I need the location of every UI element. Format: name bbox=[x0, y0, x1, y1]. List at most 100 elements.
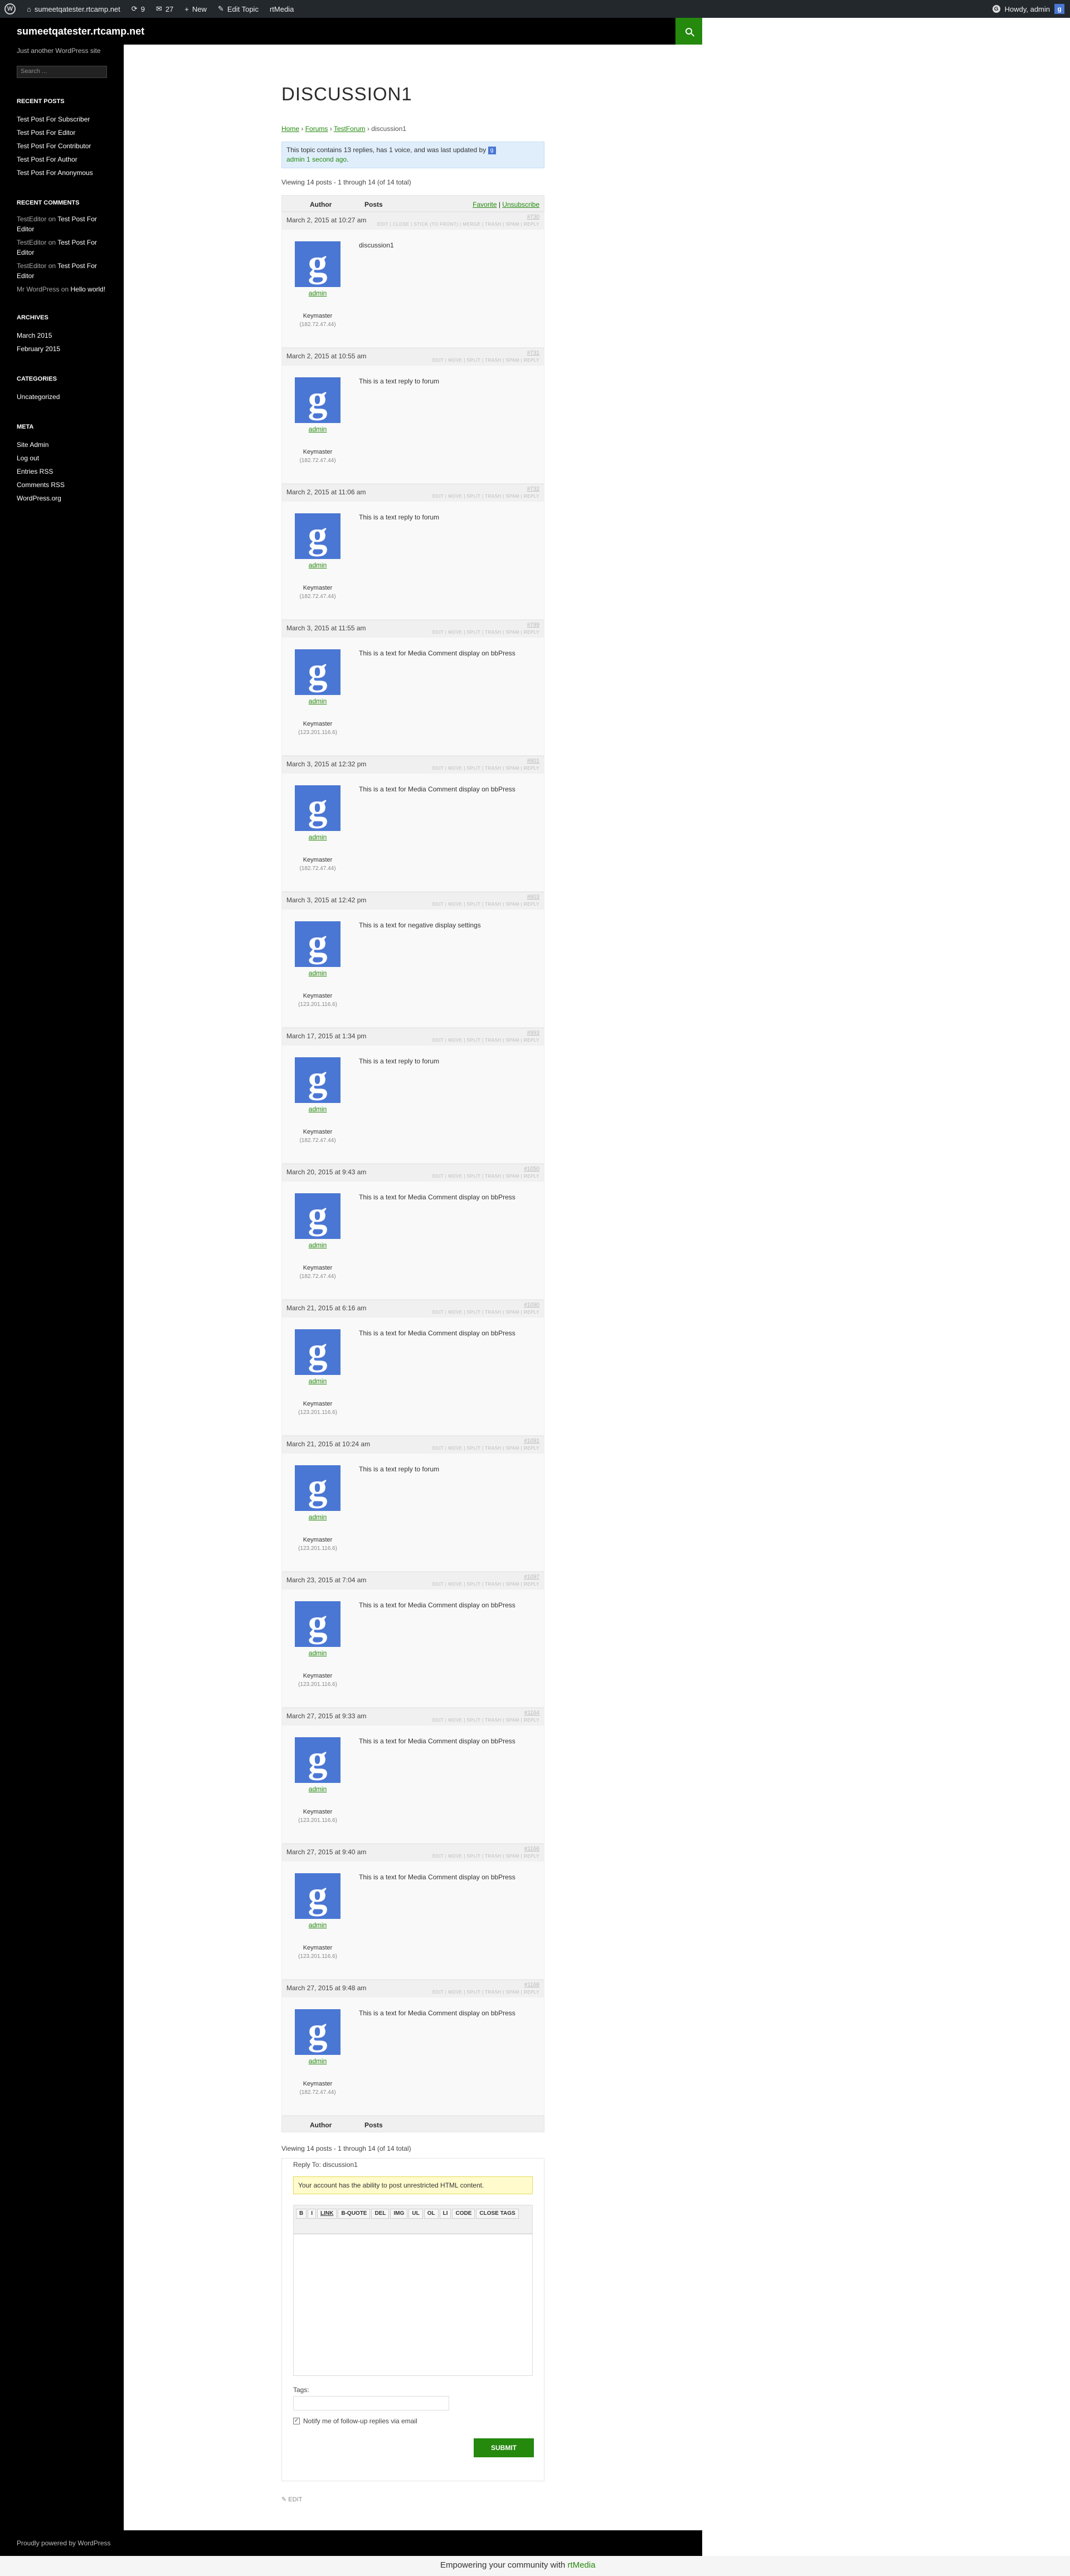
reply-admin-links[interactable]: EDIT | MOVE | SPLIT | TRASH | SPAM | REP… bbox=[432, 1038, 539, 1043]
ul-button[interactable]: UL bbox=[408, 2209, 423, 2219]
author-link[interactable]: admin bbox=[282, 1105, 353, 1113]
reply-permalink[interactable]: #730 bbox=[527, 214, 539, 220]
tags-input[interactable] bbox=[293, 2396, 449, 2410]
archive-link[interactable]: February 2015 bbox=[17, 342, 107, 356]
breadcrumb-forums[interactable]: Forums bbox=[305, 125, 328, 133]
site-name-menu[interactable]: ⌂ sumeetqatester.rtcamp.net bbox=[27, 5, 120, 13]
author-link[interactable]: admin bbox=[282, 289, 353, 297]
nav-item-uploading-page[interactable]: A DIFFERENT UPLOADING PAGE bbox=[714, 18, 821, 45]
author-link[interactable]: admin bbox=[282, 833, 353, 841]
rtmedia-link[interactable]: rtMedia bbox=[567, 2560, 595, 2570]
reply-permalink[interactable]: #1168 bbox=[524, 1982, 539, 1988]
avatar[interactable]: g bbox=[295, 921, 341, 967]
edit-topic-menu[interactable]: ✎ Edit Topic bbox=[218, 4, 259, 13]
author-link[interactable]: admin bbox=[282, 1785, 353, 1793]
meta-link-comments-rss[interactable]: Comments RSS bbox=[17, 478, 107, 492]
reply-admin-links[interactable]: EDIT | MOVE | SPLIT | TRASH | SPAM | REP… bbox=[432, 494, 539, 499]
reply-admin-links[interactable]: EDIT | MOVE | SPLIT | TRASH | SPAM | REP… bbox=[432, 1174, 539, 1179]
search-input[interactable]: Search ... bbox=[17, 66, 107, 78]
submit-button[interactable]: SUBMIT bbox=[474, 2438, 534, 2457]
reply-permalink[interactable]: #1090 bbox=[524, 1302, 539, 1308]
category-link[interactable]: Uncategorized bbox=[17, 390, 107, 404]
footer-credit-link[interactable]: Proudly powered by WordPress bbox=[17, 2539, 111, 2547]
reply-admin-links[interactable]: EDIT | MOVE | SPLIT | TRASH | SPAM | REP… bbox=[432, 1582, 539, 1587]
avatar[interactable]: g bbox=[295, 785, 341, 831]
comments-menu[interactable]: ✉ 27 bbox=[156, 4, 173, 13]
notify-checkbox[interactable]: ✓ bbox=[293, 2418, 300, 2424]
recent-post-link[interactable]: Test Post For Anonymous bbox=[17, 166, 107, 179]
author-link[interactable]: admin bbox=[282, 1921, 353, 1929]
breadcrumb-home[interactable]: Home bbox=[281, 125, 299, 133]
reply-admin-links[interactable]: EDIT | MOVE | SPLIT | TRASH | SPAM | REP… bbox=[432, 630, 539, 635]
author-link[interactable]: admin bbox=[282, 425, 353, 433]
avatar[interactable]: g bbox=[295, 2009, 341, 2055]
avatar[interactable]: g bbox=[295, 1057, 341, 1103]
code-button[interactable]: CODE bbox=[452, 2209, 475, 2219]
last-user-link[interactable]: admin bbox=[286, 155, 305, 163]
author-link[interactable]: admin bbox=[282, 969, 353, 977]
author-link[interactable]: admin bbox=[282, 1377, 353, 1385]
author-link[interactable]: admin bbox=[282, 1649, 353, 1657]
reply-admin-links[interactable]: EDIT | MOVE | SPLIT | TRASH | SPAM | REP… bbox=[432, 1990, 539, 1995]
recent-post-link[interactable]: Test Post For Author bbox=[17, 153, 107, 166]
wp-logo-menu[interactable]: W bbox=[4, 3, 16, 14]
updates-menu[interactable]: ⟳ 9 bbox=[132, 4, 145, 13]
avatar[interactable]: g bbox=[295, 649, 341, 695]
recent-post-link[interactable]: Test Post For Contributor bbox=[17, 139, 107, 153]
meta-link-entries-rss[interactable]: Entries RSS bbox=[17, 465, 107, 478]
archive-link[interactable]: March 2015 bbox=[17, 329, 107, 342]
author-link[interactable]: admin bbox=[282, 1241, 353, 1249]
reply-permalink[interactable]: #1166 bbox=[524, 1846, 539, 1852]
favorite-link[interactable]: Favorite bbox=[473, 201, 497, 208]
unsubscribe-link[interactable]: Unsubscribe bbox=[502, 201, 539, 208]
avatar[interactable]: g bbox=[295, 1465, 341, 1511]
nav-item-groups[interactable]: GROUPS bbox=[900, 18, 938, 45]
reply-permalink[interactable]: #1164 bbox=[524, 1710, 539, 1716]
author-link[interactable]: admin bbox=[282, 1513, 353, 1521]
reply-admin-links[interactable]: EDIT | MOVE | SPLIT | TRASH | SPAM | REP… bbox=[432, 1310, 539, 1315]
recent-post-link[interactable]: Test Post For Subscriber bbox=[17, 113, 107, 126]
my-account-menu[interactable]: G Howdy, admin g bbox=[992, 0, 1064, 18]
meta-link-logout[interactable]: Log out bbox=[17, 451, 107, 465]
avatar[interactable]: g bbox=[295, 241, 341, 287]
reply-permalink[interactable]: #993 bbox=[527, 1030, 539, 1036]
nav-item-members[interactable]: MEMBERS bbox=[938, 18, 980, 45]
reply-permalink[interactable]: #732 bbox=[527, 486, 539, 492]
avatar[interactable]: g bbox=[295, 1601, 341, 1647]
meta-link-wordpress-org[interactable]: WordPress.org bbox=[17, 492, 107, 505]
reply-admin-links[interactable]: EDIT | MOVE | SPLIT | TRASH | SPAM | REP… bbox=[432, 1718, 539, 1723]
li-button[interactable]: LI bbox=[439, 2209, 451, 2219]
reply-admin-links[interactable]: EDIT | MOVE | SPLIT | TRASH | SPAM | REP… bbox=[432, 766, 539, 771]
reply-permalink[interactable]: #1050 bbox=[524, 1166, 539, 1172]
author-link[interactable]: admin bbox=[282, 2057, 353, 2065]
breadcrumb-forum[interactable]: TestForum bbox=[334, 125, 366, 133]
reply-permalink[interactable]: #801 bbox=[527, 758, 539, 764]
italic-button[interactable]: I bbox=[308, 2209, 317, 2219]
avatar[interactable]: g bbox=[295, 1193, 341, 1239]
last-reply-link[interactable]: 1 second ago bbox=[307, 155, 347, 163]
recent-comment-post-link[interactable]: Hello world! bbox=[71, 285, 106, 293]
reply-permalink[interactable]: #803 bbox=[527, 894, 539, 900]
del-button[interactable]: DEL bbox=[371, 2209, 390, 2219]
reply-admin-links[interactable]: EDIT | MOVE | SPLIT | TRASH | SPAM | REP… bbox=[432, 1446, 539, 1451]
reply-admin-links[interactable]: EDIT | MOVE | SPLIT | TRASH | SPAM | REP… bbox=[432, 1854, 539, 1859]
avatar[interactable]: g bbox=[295, 1737, 341, 1783]
bold-button[interactable]: B bbox=[296, 2209, 307, 2219]
blockquote-button[interactable]: B-QUOTE bbox=[338, 2209, 371, 2219]
reply-permalink[interactable]: #731 bbox=[527, 350, 539, 356]
reply-permalink[interactable]: #1091 bbox=[524, 1438, 539, 1444]
link-button[interactable]: LINK bbox=[317, 2209, 337, 2219]
author-link[interactable]: admin bbox=[282, 561, 353, 569]
rtmedia-menu[interactable]: rtMedia bbox=[270, 5, 294, 13]
author-link[interactable]: admin bbox=[282, 697, 353, 705]
nav-item-sample-page[interactable]: SAMPLE PAGE bbox=[980, 18, 1034, 45]
avatar[interactable]: g bbox=[295, 377, 341, 423]
reply-textarea[interactable] bbox=[293, 2234, 533, 2376]
img-button[interactable]: IMG bbox=[390, 2209, 408, 2219]
recent-post-link[interactable]: Test Post For Editor bbox=[17, 126, 107, 139]
reply-permalink[interactable]: #1097 bbox=[524, 1574, 539, 1580]
reply-admin-links[interactable]: EDIT | MOVE | SPLIT | TRASH | SPAM | REP… bbox=[432, 902, 539, 907]
reply-permalink[interactable]: #799 bbox=[527, 622, 539, 628]
close-tags-button[interactable]: CLOSE TAGS bbox=[476, 2209, 519, 2219]
search-toggle-button[interactable] bbox=[675, 18, 702, 45]
